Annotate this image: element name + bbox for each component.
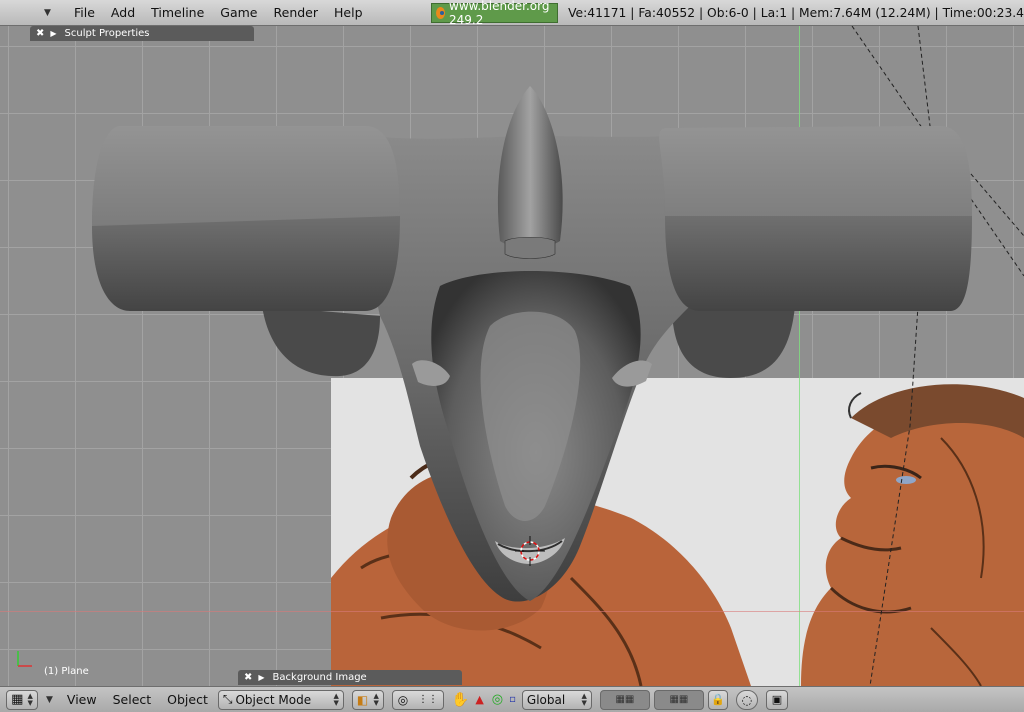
menu-timeline[interactable]: Timeline [143,5,212,20]
layer-grid-icon: ▦▦ [669,694,689,705]
hand-manipulator-icon[interactable]: ✋ [452,692,469,708]
mode-select[interactable]: ⤡ Object Mode ▲ ▼ [217,689,344,710]
scene-info: www.blender.org 249.2 Ve:41171 | Fa:4055… [431,0,1024,27]
menu-collapse-icon[interactable]: ▼ [46,695,53,705]
blender-logo-icon [436,7,446,19]
menu-file[interactable]: File [66,5,103,20]
updown-arrows-icon: ▲ ▼ [581,691,587,707]
info-header: ▼ File Add Timeline Game Render Help www… [0,0,1024,27]
render-icon: ◌ [741,692,753,707]
scene-stats: Ve:41171 | Fa:40552 | Ob:6-0 | La:1 | Me… [568,6,1024,20]
header-collapse-icon[interactable]: ▼ [44,8,56,18]
orientation-select[interactable]: Global ▲ ▼ [521,689,592,710]
lock-layers-button[interactable]: 🔒 [707,689,728,710]
close-panel-icon[interactable]: ✖ [244,672,252,683]
menu-object[interactable]: Object [159,692,216,707]
pivot-icon: ◎ [397,692,409,707]
menu-game[interactable]: Game [212,5,265,20]
menu-select[interactable]: Select [105,692,160,707]
draw-type-select[interactable]: ◧ ▲ ▼ [351,689,384,710]
3d-cursor-icon [515,536,545,566]
pivot-buttons[interactable]: ◎ ⋮⋮ [391,689,444,710]
scale-manipulator-icon[interactable]: ▫ [509,694,516,705]
layer-grid-icon: ▦▦ [615,694,635,705]
active-object-label: (1) Plane [44,666,89,677]
menu-view[interactable]: View [59,692,105,707]
rotate-manipulator-icon[interactable]: ◎ [492,692,503,707]
orientation-label: Global [526,692,566,707]
close-panel-icon[interactable]: ✖ [36,28,44,39]
menu-add[interactable]: Add [103,5,143,20]
mode-label: Object Mode [235,692,312,707]
axis-gizmo-icon [17,651,32,667]
render-preview-button[interactable]: ◌ [735,689,758,710]
sculpt-mesh[interactable] [0,26,1024,686]
updown-arrows-icon: ▲ ▼ [333,691,339,707]
background-image-panel[interactable]: ✖ ▶ Background Image [238,670,462,685]
scene-layers-b[interactable]: ▦▦ [653,689,704,710]
3d-view-header: ▦ ▲ ▼ ▼ View Select Object ⤡ Object Mode … [0,686,1024,712]
object-mode-icon: ⤡ [222,692,233,706]
site-version-label: www.blender.org 249.2 [449,0,550,27]
grid-editor-icon: ▦ [11,692,24,707]
solid-cube-icon: ◧ [356,692,369,707]
3d-viewport[interactable]: ✖ ▶ Sculpt Properties ✖ ▶ Background Ima… [0,26,1024,686]
manipulator-grid-icon: ⋮⋮ [417,694,438,705]
sculpt-properties-panel[interactable]: ✖ ▶ Sculpt Properties [30,26,254,41]
scene-layers-a[interactable]: ▦▦ [599,689,650,710]
editor-type-button[interactable]: ▦ ▲ ▼ [6,689,38,710]
blender-site-link[interactable]: www.blender.org 249.2 [431,0,559,27]
expand-panel-icon[interactable]: ▶ [258,673,264,682]
sculpt-panel-title: Sculpt Properties [64,28,150,39]
menu-render[interactable]: Render [266,5,327,20]
lock-icon: 🔒 [711,693,725,706]
translate-manipulator-icon[interactable]: ▲ [475,693,483,706]
expand-panel-icon[interactable]: ▶ [50,29,56,38]
updown-arrows-icon: ▲ ▼ [373,691,379,707]
menu-help[interactable]: Help [326,5,371,20]
background-panel-title: Background Image [272,672,367,683]
opengl-render-button[interactable]: ▣ [765,689,788,710]
image-icon: ▣ [771,693,783,706]
updown-arrows-icon: ▲ ▼ [27,691,33,707]
